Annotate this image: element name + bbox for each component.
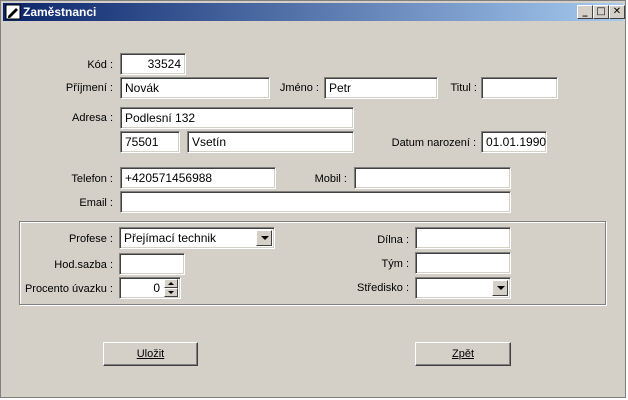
profese-select[interactable]: Přejímací technik xyxy=(119,227,275,249)
titul-input[interactable] xyxy=(481,77,558,99)
chevron-down-icon xyxy=(261,236,269,240)
save-button[interactable]: Uložit xyxy=(103,342,198,366)
procento-value: 0 xyxy=(153,281,160,295)
arrow-up-icon xyxy=(168,282,174,285)
kod-label: Kód : xyxy=(87,59,113,71)
stredisko-select[interactable] xyxy=(415,277,511,299)
email-label: Email : xyxy=(79,197,113,209)
close-button[interactable]: ✕ xyxy=(609,5,625,19)
birthdate-input[interactable]: 01.01.1990 xyxy=(481,131,547,153)
profese-dropdown-button[interactable] xyxy=(256,230,272,246)
mobil-input[interactable] xyxy=(354,167,511,189)
pencil-app-icon xyxy=(5,4,21,20)
back-button[interactable]: Zpět xyxy=(415,342,511,366)
adresa-label: Adresa : xyxy=(72,112,113,124)
street-input[interactable]: Podlesní 132 xyxy=(120,107,354,129)
prijmeni-input[interactable]: Novák xyxy=(120,77,270,99)
stepper-down-button[interactable] xyxy=(164,288,178,297)
chevron-down-icon xyxy=(497,286,505,290)
zip-input[interactable]: 75501 xyxy=(120,131,180,153)
window-title: Zaměstnanci xyxy=(23,5,97,19)
email-input[interactable] xyxy=(120,191,511,213)
procento-label: Procento úvazku : xyxy=(24,283,113,295)
procento-stepper[interactable]: 0 xyxy=(119,277,181,299)
tym-label: Tým : xyxy=(381,258,410,270)
city-input[interactable]: Vsetín xyxy=(187,131,354,153)
prijmeni-label: Příjmení : xyxy=(65,82,113,94)
titul-label: Titul : xyxy=(450,82,478,94)
jmeno-input[interactable]: Petr xyxy=(324,77,438,99)
telefon-label: Telefon : xyxy=(71,173,113,185)
mobil-label: Mobil : xyxy=(314,173,347,185)
title-bar[interactable]: Zaměstnanci _ □ ✕ xyxy=(3,3,625,21)
profese-value: Přejímací technik xyxy=(124,231,217,245)
minimize-button[interactable]: _ xyxy=(577,5,593,19)
jmeno-label: Jméno : xyxy=(279,82,319,94)
datum-label: Datum narození : xyxy=(391,137,476,149)
stepper-up-button[interactable] xyxy=(164,279,178,288)
stredisko-dropdown-button[interactable] xyxy=(492,280,508,296)
employee-window: Zaměstnanci _ □ ✕ Kód : 33524 Příjmení :… xyxy=(0,0,626,398)
arrow-down-icon xyxy=(168,291,174,294)
dilna-label: Dílna : xyxy=(377,234,409,246)
maximize-button[interactable]: □ xyxy=(593,5,609,19)
hodsazba-input[interactable] xyxy=(119,253,185,275)
dilna-input[interactable] xyxy=(415,227,511,249)
tym-input[interactable] xyxy=(415,252,511,274)
telefon-input[interactable]: +420571456988 xyxy=(120,167,276,189)
kod-input[interactable]: 33524 xyxy=(120,53,186,75)
profese-label: Profese : xyxy=(68,233,113,245)
hodsazba-label: Hod.sazba : xyxy=(54,259,113,271)
stredisko-label: Středisko : xyxy=(357,282,409,294)
